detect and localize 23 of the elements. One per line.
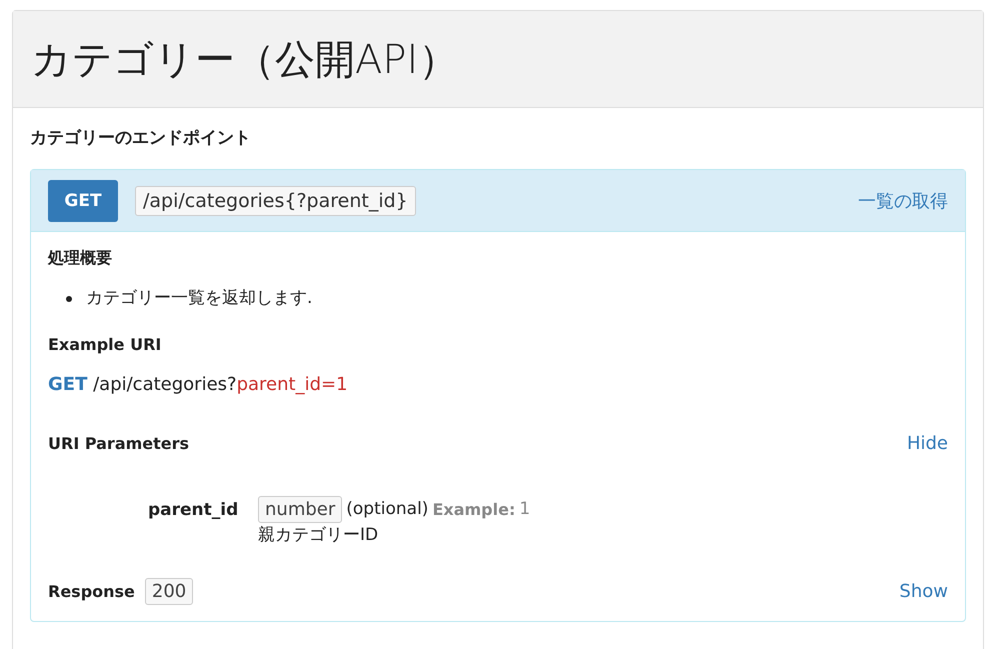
- example-label: Example:: [432, 500, 516, 519]
- param-name: parent_id: [148, 498, 240, 522]
- param-type: number: [258, 496, 342, 523]
- method-badge[interactable]: GET: [48, 180, 118, 222]
- param-description: 親カテゴリーID: [258, 524, 380, 546]
- example-method: GET: [48, 374, 88, 395]
- section-title: カテゴリーのエンドポイント: [30, 127, 252, 149]
- summary-heading: 処理概要: [48, 248, 113, 269]
- endpoint-path: /api/categories{?parent_id}: [135, 186, 416, 216]
- example-heading: Example URI: [48, 334, 162, 354]
- bullet-icon: [66, 296, 72, 302]
- param-optional: (optional): [346, 499, 428, 520]
- example-path: /api/categories?: [93, 374, 237, 395]
- example-query: parent_id=1: [236, 374, 348, 395]
- response-label: Response: [48, 582, 135, 601]
- example-value: 1: [519, 499, 530, 520]
- summary-item: カテゴリー一覧を返却します.: [86, 287, 312, 310]
- response-code: 200: [144, 578, 194, 605]
- params-heading: URI Parameters: [48, 434, 190, 453]
- hide-link[interactable]: Hide: [906, 432, 948, 454]
- show-link[interactable]: Show: [899, 580, 948, 602]
- page-title: カテゴリー（公開API）: [31, 36, 458, 84]
- action-link[interactable]: 一覧の取得: [858, 188, 948, 212]
